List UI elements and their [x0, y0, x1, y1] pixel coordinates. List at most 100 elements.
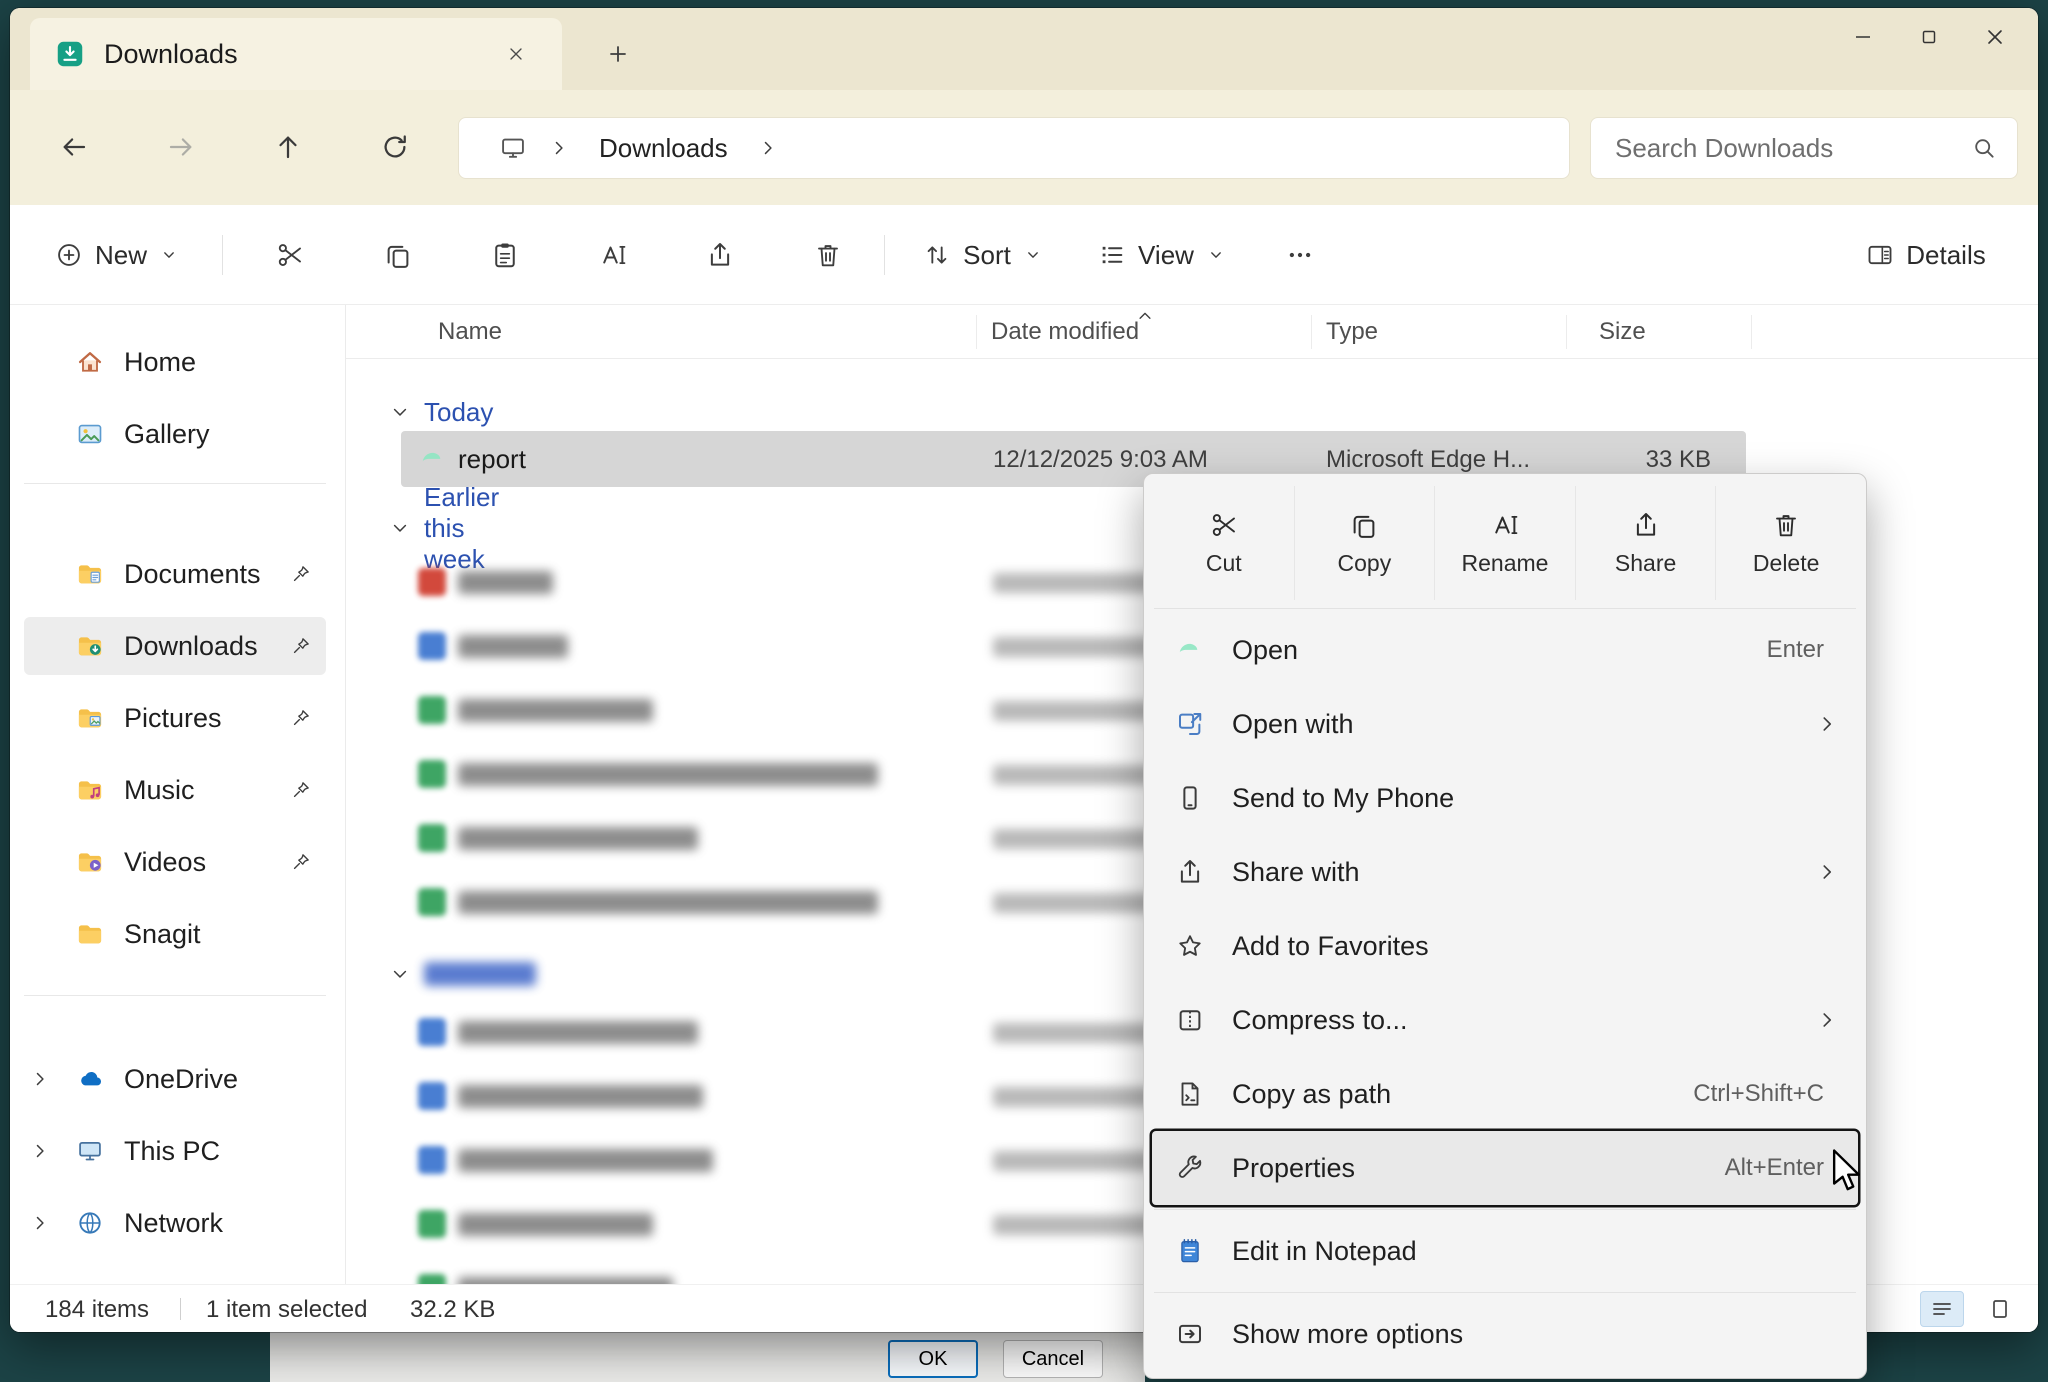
sidebar-item-gallery[interactable]: Gallery	[24, 405, 326, 463]
window-controls	[1830, 8, 2028, 66]
sidebar-item-pictures[interactable]: Pictures	[24, 689, 326, 747]
sidebar-item-this-pc[interactable]: This PC	[24, 1122, 326, 1180]
redacted-file-date	[993, 1215, 1158, 1235]
menu-divider	[1154, 608, 1856, 609]
this-pc-breadcrumb-icon[interactable]	[499, 134, 527, 162]
quick-action-rename[interactable]: Rename	[1434, 486, 1575, 600]
file-date-modified: 12/12/2025 9:03 AM	[993, 446, 1208, 474]
column-header-date-modified[interactable]: Date modified	[991, 318, 1139, 346]
column-header-size[interactable]: Size	[1599, 318, 1646, 346]
tab-downloads[interactable]: Downloads	[30, 18, 562, 90]
rename-button[interactable]	[581, 223, 645, 287]
forward-button[interactable]	[153, 119, 209, 175]
ellipsis-icon	[1285, 240, 1315, 270]
refresh-button[interactable]	[367, 119, 423, 175]
chevron-right-icon[interactable]	[30, 1069, 50, 1089]
maximize-button[interactable]	[1896, 8, 1962, 66]
tab-close-icon[interactable]	[496, 34, 536, 74]
menu-divider	[1154, 1209, 1856, 1210]
menu-item-add-to-favorites[interactable]: Add to Favorites	[1152, 909, 1858, 983]
share-button[interactable]	[688, 223, 752, 287]
view-button-label: View	[1138, 240, 1194, 271]
quick-action-copy[interactable]: Copy	[1294, 486, 1435, 600]
view-button[interactable]: View	[1082, 223, 1242, 287]
menu-item-show-more-options[interactable]: Show more options	[1152, 1297, 1858, 1371]
column-separator[interactable]	[1311, 315, 1312, 349]
new-tab-button[interactable]	[596, 32, 640, 76]
details-pane-button[interactable]: Details	[1836, 223, 2016, 287]
column-separator[interactable]	[1751, 315, 1752, 349]
up-button[interactable]	[260, 119, 316, 175]
menu-item-properties[interactable]: Properties Alt+Enter	[1152, 1131, 1858, 1205]
context-menu: Cut Copy Rename Share Delete Open Enter …	[1143, 473, 1867, 1379]
menu-item-copy-as-path[interactable]: Copy as path Ctrl+Shift+C	[1152, 1057, 1858, 1131]
page-icon	[1988, 1297, 2012, 1321]
quick-action-label: Rename	[1462, 550, 1549, 577]
minimize-button[interactable]	[1830, 8, 1896, 66]
sidebar-item-label: Snagit	[124, 919, 201, 950]
menu-item-compress-to[interactable]: Compress to...	[1152, 983, 1858, 1057]
sidebar-item-onedrive[interactable]: OneDrive	[24, 1050, 326, 1108]
quick-action-delete[interactable]: Delete	[1715, 486, 1856, 600]
back-button[interactable]	[46, 119, 102, 175]
chevron-right-icon[interactable]	[30, 1141, 50, 1161]
redacted-file-date	[993, 1087, 1158, 1107]
compress-icon	[1174, 1005, 1206, 1035]
chevron-down-icon[interactable]	[390, 964, 410, 984]
cancel-button[interactable]: Cancel	[1003, 1340, 1103, 1378]
search-icon[interactable]	[1971, 135, 1997, 161]
redacted-file-date	[993, 829, 1158, 849]
ok-button[interactable]: OK	[888, 1340, 978, 1378]
paste-button[interactable]	[473, 223, 537, 287]
sidebar-item-snagit[interactable]: Snagit	[24, 905, 326, 963]
sidebar-item-downloads[interactable]: Downloads	[24, 617, 326, 675]
view-icon	[1098, 241, 1126, 269]
column-separator[interactable]	[976, 315, 977, 349]
sidebar-item-network[interactable]: Network	[24, 1194, 326, 1252]
more-options-button[interactable]	[1268, 223, 1332, 287]
breadcrumb-segment-downloads[interactable]: Downloads	[591, 129, 736, 168]
column-header-type[interactable]: Type	[1326, 318, 1378, 346]
sort-button[interactable]: Sort	[906, 223, 1060, 287]
star-icon	[1174, 931, 1206, 961]
sidebar-item-label: Home	[124, 347, 196, 378]
toolbar-divider	[222, 235, 223, 275]
menu-item-share-with[interactable]: Share with	[1152, 835, 1858, 909]
chevron-down-icon[interactable]	[390, 518, 410, 538]
pin-icon	[290, 635, 312, 657]
excel-file-icon	[418, 696, 446, 724]
column-header-name[interactable]: Name	[438, 318, 502, 346]
delete-button[interactable]	[796, 223, 860, 287]
search-box[interactable]	[1590, 117, 2018, 179]
quick-action-share[interactable]: Share	[1575, 486, 1716, 600]
sidebar-item-music[interactable]: Music	[24, 761, 326, 819]
excel-file-icon	[418, 1274, 446, 1284]
cut-button[interactable]	[258, 223, 322, 287]
icons-view-toggle[interactable]	[1978, 1291, 2022, 1327]
background-dialog: OK Cancel	[270, 1332, 1145, 1382]
chevron-right-icon[interactable]	[30, 1213, 50, 1233]
quick-action-cut[interactable]: Cut	[1154, 486, 1294, 600]
copy-button[interactable]	[366, 223, 430, 287]
sidebar-item-videos[interactable]: Videos	[24, 833, 326, 891]
details-view-toggle[interactable]	[1920, 1291, 1964, 1327]
share-icon	[1631, 510, 1661, 540]
address-bar[interactable]: Downloads	[458, 117, 1570, 179]
copy-icon	[383, 240, 413, 270]
close-button[interactable]	[1962, 8, 2028, 66]
home-icon	[76, 348, 104, 376]
details-button-label: Details	[1906, 240, 1985, 271]
column-separator[interactable]	[1566, 315, 1567, 349]
sidebar-item-home[interactable]: Home	[24, 333, 326, 391]
menu-item-open[interactable]: Open Enter	[1152, 613, 1858, 687]
search-input[interactable]	[1591, 133, 1971, 164]
chevron-down-icon[interactable]	[390, 402, 410, 422]
breadcrumb-chevron-icon[interactable]	[758, 138, 778, 158]
new-button[interactable]: New	[36, 223, 198, 287]
menu-item-open-with[interactable]: Open with	[1152, 687, 1858, 761]
menu-item-send-to-my-phone[interactable]: Send to My Phone	[1152, 761, 1858, 835]
rename-icon	[1490, 510, 1520, 540]
menu-item-edit-in-notepad[interactable]: Edit in Notepad	[1152, 1214, 1858, 1288]
sidebar-item-documents[interactable]: Documents	[24, 545, 326, 603]
trash-icon	[1771, 510, 1801, 540]
